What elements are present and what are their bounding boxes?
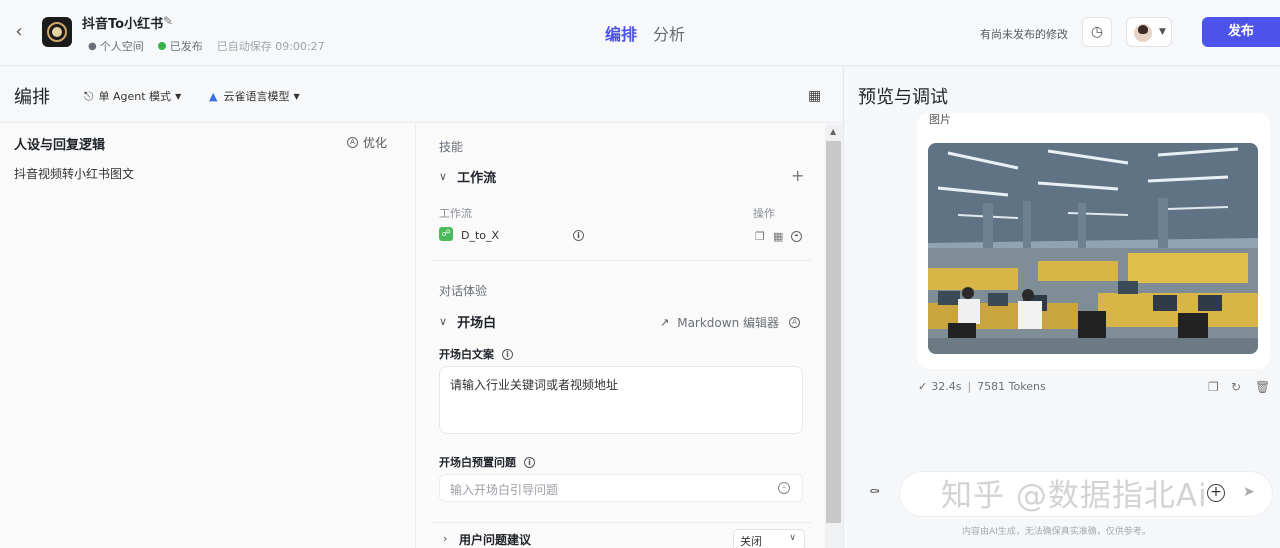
edit-panel-title: 编排: [14, 87, 50, 108]
chevron-down-icon: ∨: [439, 170, 448, 183]
model-icon: ▲: [209, 89, 218, 103]
status-label: 已发布: [169, 40, 203, 53]
clock-icon: ◷: [1090, 24, 1104, 40]
image-icon[interactable]: ▦: [773, 230, 783, 243]
edit-icon[interactable]: ✎: [163, 14, 173, 28]
clear-chat-icon[interactable]: ⚰: [869, 485, 880, 500]
history-button[interactable]: ◷: [1082, 17, 1112, 47]
optimize-button[interactable]: A 优化: [347, 134, 387, 151]
chevron-right-icon[interactable]: ›: [443, 532, 447, 545]
response-stats: ✓ 32.4s | 7581 Tokens: [918, 380, 1046, 393]
remove-workflow-icon[interactable]: -: [791, 231, 802, 242]
scroll-up-icon[interactable]: ▲: [830, 127, 836, 136]
mode-tabs: 编排 分析: [605, 21, 685, 45]
chevron-down-icon: ▼: [1159, 27, 1166, 37]
workflow-group-toggle[interactable]: ∨ 工作流: [439, 167, 496, 186]
watermark: 知乎 @数据指北Ai: [941, 478, 1208, 514]
bot-meta: ● 个人空间 已发布 已自动保存 09:00:27: [88, 38, 339, 54]
delete-icon[interactable]: 🗑: [1255, 380, 1270, 394]
divider: [431, 260, 811, 261]
workflow-info-icon[interactable]: i: [573, 230, 584, 241]
workflow-name[interactable]: D_to_X: [461, 229, 499, 242]
refresh-icon[interactable]: ↻: [1231, 380, 1241, 394]
message-label: 图片: [929, 113, 951, 126]
avatar: [1134, 24, 1152, 42]
markdown-editor-label: Markdown 编辑器: [677, 316, 780, 330]
duration: 32.4s: [931, 380, 962, 393]
preset-question-input[interactable]: 输入开场白引导问题 -: [439, 474, 803, 502]
suggestion-value: 关闭: [740, 535, 762, 548]
opening-group-toggle[interactable]: ∨ 开场白: [439, 312, 496, 331]
tab-analysis[interactable]: 分析: [653, 21, 685, 45]
agent-mode-icon: ⎋: [84, 88, 94, 103]
chevron-down-icon: ∨: [439, 315, 448, 328]
optimize-label: 优化: [363, 136, 388, 150]
layout-grid-icon[interactable]: ▦: [808, 88, 821, 104]
persona-title: 人设与回复逻辑: [14, 138, 106, 153]
chevron-down-icon: ▼: [175, 91, 182, 101]
chevron-down-icon: ▼: [293, 91, 300, 101]
persona-prompt[interactable]: 抖音视频转小红书图文: [14, 165, 134, 182]
markdown-editor-button[interactable]: ↗ Markdown 编辑器 A: [660, 314, 801, 331]
autosave-label: 已自动保存 09:00:27: [216, 40, 325, 53]
preview-panel: 预览与调试 图片 ✓ 32.4s | 7581 Tokens ❐ ↻ 🗑 ⚰ +…: [843, 67, 1280, 548]
opening-group-label: 开场白: [457, 316, 497, 331]
model-select[interactable]: ▲ 云雀语言模型 ▼: [209, 88, 300, 104]
workflow-column-header: 工作流: [439, 207, 472, 220]
tab-arrange[interactable]: 编排: [605, 21, 637, 45]
remove-question-icon[interactable]: -: [778, 482, 790, 494]
info-icon[interactable]: i: [502, 348, 513, 360]
skills-label: 技能: [439, 140, 464, 154]
skills-section: 技能 ∨ 工作流 + 工作流 操作 ☍ D_to_X i ❐ ▦ - 对话体验 …: [417, 124, 825, 548]
app-title: 抖音To小红书: [82, 17, 164, 32]
suggestion-row: › 用户问题建议 关闭 ∨: [431, 522, 811, 548]
opening-text-label-text: 开场白文案: [439, 348, 494, 361]
suggestion-select[interactable]: 关闭 ∨: [733, 529, 805, 548]
edit-panel: 编排 ⎋ 单 Agent 模式 ▼ ▲ 云雀语言模型 ▼ ▦ 人设与回复逻辑 A…: [0, 67, 842, 548]
preset-question-label: 开场白预置问题 i: [439, 454, 535, 470]
publish-button[interactable]: 发布: [1202, 17, 1280, 47]
person-icon: ●: [88, 40, 97, 52]
actions-column-header: 操作: [753, 207, 775, 220]
agent-mode-select[interactable]: ⎋ 单 Agent 模式 ▼: [84, 88, 181, 104]
add-workflow-icon[interactable]: +: [791, 166, 804, 185]
preview-title: 预览与调试: [858, 87, 948, 108]
send-icon[interactable]: ➤: [1243, 484, 1255, 500]
published-status-icon: [157, 42, 166, 50]
copy-icon[interactable]: ❐: [1208, 380, 1219, 394]
suggestion-label: 用户问题建议: [459, 533, 532, 547]
copy-icon[interactable]: ❐: [755, 230, 765, 243]
stats-separator: |: [967, 380, 972, 393]
scrollbar-thumb[interactable]: [826, 141, 841, 523]
user-menu-button[interactable]: ▼: [1126, 17, 1172, 47]
workflow-icon: ☍: [439, 227, 453, 241]
opening-text-field[interactable]: 请输入行业关键词或者视频地址: [439, 366, 803, 434]
info-icon[interactable]: i: [524, 456, 535, 468]
token-count: 7581 Tokens: [977, 380, 1046, 393]
app-logo: [42, 17, 72, 47]
optimize-icon: A: [347, 137, 358, 148]
workflow-group-label: 工作流: [457, 171, 497, 186]
scrollbar[interactable]: ▲: [825, 124, 842, 548]
agent-mode-label: 单 Agent 模式: [98, 90, 172, 103]
chevron-down-icon: ∨: [789, 533, 796, 543]
dialog-section-label: 对话体验: [439, 284, 488, 298]
ai-disclaimer: 内容由AI生成，无法确保真实准确，仅供参考。: [962, 527, 1151, 537]
generated-image[interactable]: [928, 143, 1258, 354]
edit-panel-header: 编排 ⎋ 单 Agent 模式 ▼ ▲ 云雀语言模型 ▼ ▦: [0, 67, 842, 123]
model-label: 云雀语言模型: [223, 90, 290, 103]
add-attachment-icon[interactable]: +: [1207, 484, 1225, 502]
unpublished-notice: 有尚未发布的修改: [980, 28, 1068, 41]
preset-question-placeholder: 输入开场白引导问题: [450, 483, 559, 497]
opening-text-label: 开场白文案 i: [439, 346, 513, 362]
persona-section: 人设与回复逻辑 A 优化 抖音视频转小红书图文: [0, 124, 416, 548]
check-icon: ✓: [918, 380, 928, 393]
expand-icon: ↗: [660, 316, 670, 329]
top-bar: ‹ 抖音To小红书 ✎ ● 个人空间 已发布 已自动保存 09:00:27 编排 …: [0, 0, 1280, 66]
back-icon[interactable]: ‹: [10, 22, 28, 42]
optimize-icon: A: [789, 317, 801, 328]
space-label: 个人空间: [99, 40, 144, 53]
preset-question-label-text: 开场白预置问题: [439, 456, 516, 469]
